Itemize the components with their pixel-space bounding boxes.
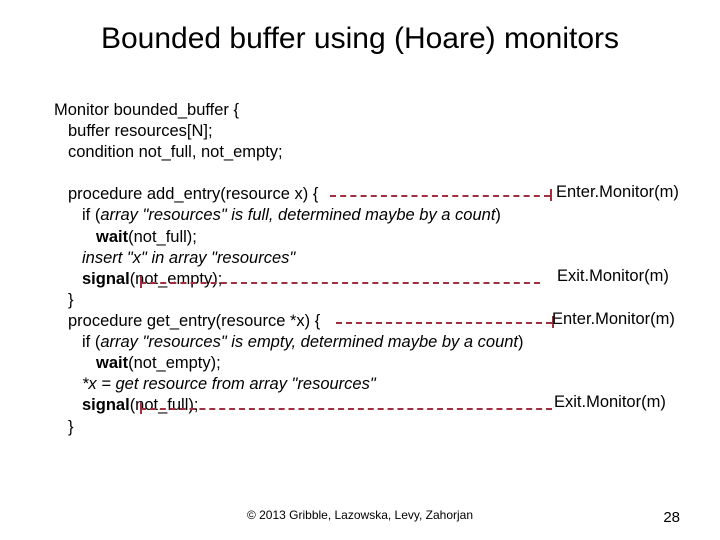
annotation-enter: Enter.Monitor(m) <box>552 310 675 329</box>
dashed-line <box>336 322 552 324</box>
dashed-line <box>140 276 142 288</box>
code-line: condition not_full, not_empty; <box>68 142 524 163</box>
annotation-exit: Exit.Monitor(m) <box>557 267 669 286</box>
dashed-line <box>140 408 552 410</box>
code-line: *x = get resource from array "resources" <box>82 374 524 395</box>
code-line: insert "x" in array "resources" <box>82 248 524 269</box>
code-line: } <box>68 290 524 311</box>
code-line: buffer resources[N]; <box>68 121 524 142</box>
dashed-line <box>550 189 552 201</box>
annotation-enter: Enter.Monitor(m) <box>556 183 679 202</box>
footer-copyright: © 2013 Gribble, Lazowska, Levy, Zahorjan <box>0 508 720 522</box>
code-line: wait(not_empty); <box>96 353 524 374</box>
code-line: signal(not_full); <box>82 395 524 416</box>
code-line: if (array "resources" is full, determine… <box>82 205 524 226</box>
code-line: signal(not_empty); <box>82 269 524 290</box>
dashed-line <box>330 195 550 197</box>
code-line: } <box>68 417 524 438</box>
code-block: Monitor bounded_buffer { buffer resource… <box>54 100 524 438</box>
slide: Bounded buffer using (Hoare) monitors Mo… <box>0 0 720 540</box>
code-line: if (array "resources" is empty, determin… <box>82 332 524 353</box>
code-line: wait(not_full); <box>96 227 524 248</box>
code-line: Monitor bounded_buffer { <box>54 100 524 121</box>
annotation-exit: Exit.Monitor(m) <box>554 393 666 412</box>
dashed-line <box>140 282 540 284</box>
slide-title: Bounded buffer using (Hoare) monitors <box>0 22 720 56</box>
dashed-line <box>140 402 142 414</box>
page-number: 28 <box>663 509 680 526</box>
